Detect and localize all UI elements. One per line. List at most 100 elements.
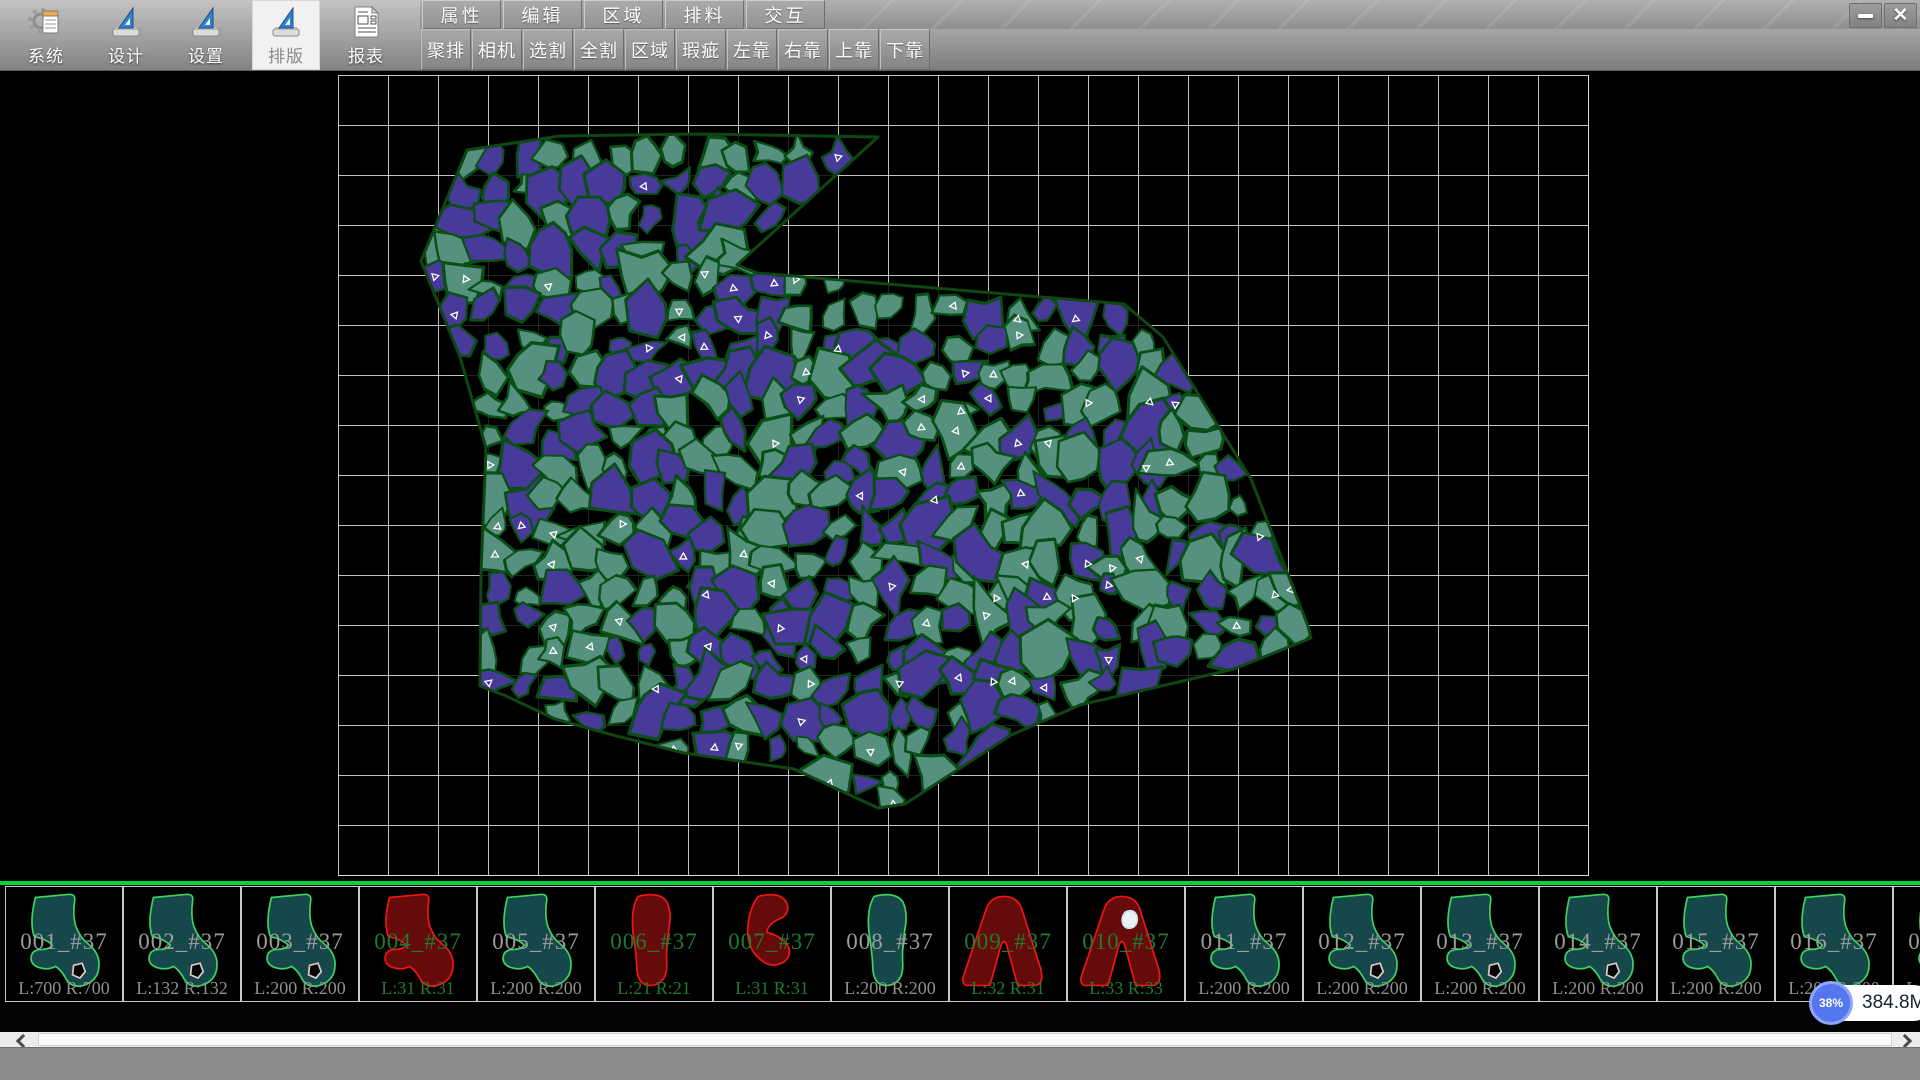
piece-lr-count: L:32 R:31: [950, 978, 1066, 999]
piece-thumbnail-001_#37[interactable]: 001_#37 L:700 R:700: [5, 886, 123, 1002]
close-icon: ✕: [1893, 4, 1909, 27]
app-button-label: 设计: [108, 42, 144, 67]
tool-button-2[interactable]: 相机: [472, 29, 522, 70]
app-button-3[interactable]: 设置: [172, 0, 240, 70]
leather-hide-nest: [0, 71, 1920, 884]
menu-tabs: 属性编辑区域排料交互: [420, 0, 825, 29]
piece-thumbnail-004_#37[interactable]: 004_#37 L:31 R:31: [359, 886, 477, 1002]
report-doc-icon: [348, 4, 384, 40]
piece-lr-count: L:200 R:200: [1540, 978, 1656, 999]
tool-bar: 聚排相机选割全割区域瑕疵左靠右靠上靠下靠: [420, 29, 1920, 70]
piece-lr-count: L:200 R:200: [1186, 978, 1302, 999]
app-button-label: 设置: [188, 42, 224, 67]
piece-thumbnail-006_#37[interactable]: 006_#37 L:21 R:21: [595, 886, 713, 1002]
piece-id: 005_#37: [478, 929, 594, 955]
app-button-4[interactable]: 排版: [252, 0, 320, 70]
menu-tab-5[interactable]: 交互: [746, 0, 825, 29]
menu-tab-4[interactable]: 排料: [665, 0, 744, 29]
system-gear-icon: [28, 4, 64, 40]
piece-id: 001_#37: [6, 929, 122, 955]
tool-button-8[interactable]: 右靠: [778, 29, 828, 70]
piece-thumbnail-list: 001_#37L:700 R:700002_#37L:132 R:132003_…: [0, 885, 1920, 1003]
tool-button-1[interactable]: 聚排: [421, 29, 471, 70]
piece-id: 014_#37: [1540, 929, 1656, 955]
piece-id: 016_#37: [1776, 929, 1892, 955]
piece-id: 015_#37: [1658, 929, 1774, 955]
piece-thumbnail-013_#37[interactable]: 013_#37 L:200 R:200: [1421, 886, 1539, 1002]
piece-lr-count: L:31 R:31: [714, 978, 830, 999]
app-mode-panel: 系统 设计 设置 排版 报表: [0, 0, 420, 70]
piece-id: 017_#37: [1894, 929, 1920, 955]
piece-thumbnail-002_#37[interactable]: 002_#37 L:132 R:132: [123, 886, 241, 1002]
piece-id: 002_#37: [124, 929, 240, 955]
menu-tab-1[interactable]: 属性: [422, 0, 501, 29]
tool-button-10[interactable]: 下靠: [880, 29, 930, 70]
piece-thumbnail-012_#37[interactable]: 012_#37 L:200 R:200: [1303, 886, 1421, 1002]
piece-id: 012_#37: [1304, 929, 1420, 955]
tool-button-4[interactable]: 全割: [574, 29, 624, 70]
piece-lr-count: L:31 R:31: [360, 978, 476, 999]
nesting-canvas[interactable]: [0, 71, 1920, 884]
piece-thumbnail-009_#37[interactable]: 009_#37 L:32 R:31: [949, 886, 1067, 1002]
scroll-left-icon[interactable]: [16, 1034, 30, 1048]
piece-thumbnail-008_#37[interactable]: 008_#37 L:200 R:200: [831, 886, 949, 1002]
memory-percent: 38%: [1819, 996, 1843, 1010]
app-button-5[interactable]: 报表: [332, 0, 400, 70]
piece-lr-count: L:200 R:200: [1658, 978, 1774, 999]
memory-widget[interactable]: 38% 384.8M: [1812, 985, 1920, 1021]
menu-bar: 属性编辑区域排料交互 ✕: [420, 0, 1920, 29]
toolbar: 系统设计设置排版报表 属性编辑区域排料交互 ✕ 聚排相机选割全割区域瑕疵左靠右靠…: [0, 0, 1920, 71]
nesting-application-window: 系统设计设置排版报表 属性编辑区域排料交互 ✕ 聚排相机选割全割区域瑕疵左靠右靠…: [0, 0, 1920, 1080]
memory-amount: 384.8M: [1862, 985, 1920, 1021]
settings-ruler-icon: [188, 4, 224, 40]
scrollbar-thumb[interactable]: [38, 1033, 1892, 1046]
tool-button-5[interactable]: 区域: [625, 29, 675, 70]
tool-button-7[interactable]: 左靠: [727, 29, 777, 70]
piece-lr-count: L:200 R:200: [1304, 978, 1420, 999]
minimize-button[interactable]: [1849, 3, 1882, 28]
piece-id: 011_#37: [1186, 929, 1302, 955]
app-button-label: 系统: [28, 42, 64, 67]
pieces-strip: 001_#37L:700 R:700002_#37L:132 R:132003_…: [0, 881, 1920, 1032]
app-button-1[interactable]: 系统: [12, 0, 80, 70]
menu-column: 属性编辑区域排料交互 ✕ 聚排相机选割全割区域瑕疵左靠右靠上靠下靠: [420, 0, 1920, 70]
nested-pieces-layer: [417, 115, 1324, 819]
piece-lr-count: L:700 R:700: [6, 978, 122, 999]
design-ruler-icon: [108, 4, 144, 40]
piece-thumbnail-010_#37[interactable]: 010_#37L:33 R:33: [1067, 886, 1185, 1002]
piece-thumbnail-005_#37[interactable]: 005_#37L:200 R:200: [477, 886, 595, 1002]
piece-lr-count: L:132 R:132: [124, 978, 240, 999]
piece-lr-count: L:200 R:200: [1422, 978, 1538, 999]
nesting-ruler-icon: [268, 4, 304, 40]
piece-thumbnail-011_#37[interactable]: 011_#37 L:200 R:200: [1185, 886, 1303, 1002]
close-button[interactable]: ✕: [1884, 3, 1917, 28]
app-button-label: 排版: [268, 42, 304, 67]
tool-button-3[interactable]: 选割: [523, 29, 573, 70]
piece-thumbnail-015_#37[interactable]: 015_#37 L:200 R:200: [1657, 886, 1775, 1002]
horizontal-scrollbar[interactable]: [0, 1032, 1920, 1047]
piece-id: 003_#37: [242, 929, 358, 955]
piece-lr-count: L:21 R:21: [596, 978, 712, 999]
piece-lr-count: L:200 R:200: [832, 978, 948, 999]
piece-id: 013_#37: [1422, 929, 1538, 955]
menu-spacer: [825, 0, 1920, 29]
app-button-label: 报表: [348, 42, 384, 67]
piece-thumbnail-007_#37[interactable]: 007_#37L:31 R:31: [713, 886, 831, 1002]
tool-button-9[interactable]: 上靠: [829, 29, 879, 70]
piece-thumbnail-014_#37[interactable]: 014_#37 L:200 R:200: [1539, 886, 1657, 1002]
piece-lr-count: L:200 R:200: [242, 978, 358, 999]
status-bar: [0, 1047, 1920, 1080]
piece-thumbnail-003_#37[interactable]: 003_#37 L:200 R:200: [241, 886, 359, 1002]
scroll-right-icon[interactable]: [1898, 1034, 1912, 1048]
piece-id: 006_#37: [596, 929, 712, 955]
tool-button-6[interactable]: 瑕疵: [676, 29, 726, 70]
piece-id: 009_#37: [950, 929, 1066, 955]
piece-id: 004_#37: [360, 929, 476, 955]
piece-id: 008_#37: [832, 929, 948, 955]
menu-tab-2[interactable]: 编辑: [503, 0, 582, 29]
menu-tab-3[interactable]: 区域: [584, 0, 663, 29]
app-button-2[interactable]: 设计: [92, 0, 160, 70]
memory-percent-badge: 38%: [1809, 981, 1853, 1025]
minimize-icon: [1858, 14, 1873, 18]
window-controls: ✕: [1849, 3, 1917, 28]
